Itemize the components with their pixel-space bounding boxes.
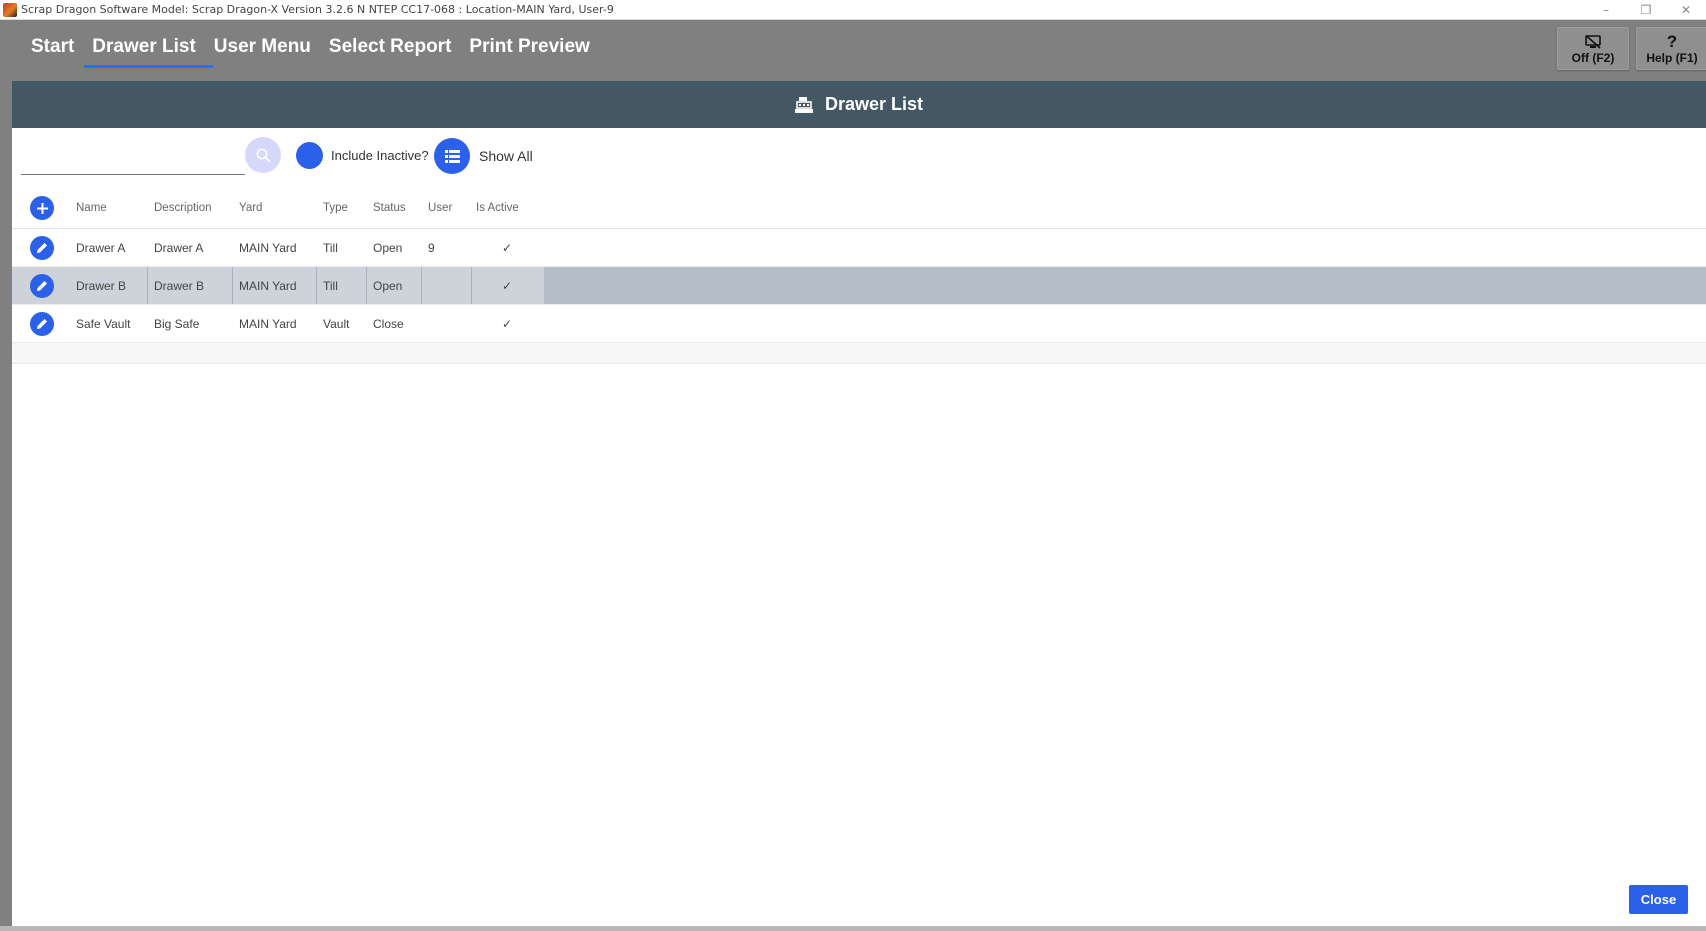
- search-input[interactable]: [21, 142, 245, 175]
- add-drawer-button[interactable]: [30, 196, 54, 220]
- panel-title: Drawer List: [824, 94, 924, 114]
- column-header-description[interactable]: Description: [148, 188, 233, 228]
- panel-header: Drawer List: [12, 81, 1706, 128]
- cell-type: Till: [323, 240, 338, 255]
- tab-drawer-list[interactable]: Drawer List: [83, 32, 214, 68]
- include-inactive-toggle[interactable]: [296, 142, 323, 169]
- edit-row-button[interactable]: [30, 235, 54, 260]
- restore-icon[interactable]: ❐: [1626, 0, 1666, 20]
- column-header-yard[interactable]: Yard: [233, 188, 317, 228]
- table-header: Name Description Yard Type Status User I…: [12, 188, 1706, 229]
- show-all-button[interactable]: [434, 138, 470, 174]
- show-all-label: Show All: [479, 148, 533, 164]
- cell-name: Drawer A: [76, 240, 126, 255]
- cell-name: Drawer B: [70, 267, 148, 304]
- window-titlebar: Scrap Dragon Software Model: Scrap Drago…: [0, 0, 1706, 20]
- plus-icon: [36, 202, 48, 214]
- cell-user: [422, 267, 472, 304]
- column-header-type[interactable]: Type: [317, 188, 367, 228]
- check-icon: ✓: [501, 316, 513, 331]
- cell-status: Open: [367, 267, 422, 304]
- column-header-is-active[interactable]: Is Active: [472, 188, 542, 228]
- table-row[interactable]: Drawer A Drawer A MAIN Yard Till Open 9 …: [12, 229, 1706, 267]
- display-off-icon: [1585, 33, 1601, 51]
- edit-row-button[interactable]: [30, 311, 54, 336]
- cell-yard: MAIN Yard: [233, 267, 317, 304]
- help-button[interactable]: ? Help (F1): [1636, 27, 1706, 70]
- window-controls: – ❐ ✕: [1586, 0, 1706, 20]
- table-footer: [12, 343, 1706, 364]
- cell-status: Close: [373, 316, 404, 331]
- edit-cell: [22, 267, 62, 304]
- tab-user-menu[interactable]: User Menu: [205, 32, 320, 66]
- column-header-status[interactable]: Status: [367, 188, 422, 228]
- cell-type: Vault: [323, 316, 350, 331]
- edit-cell: [22, 305, 62, 342]
- close-button[interactable]: Close: [1629, 885, 1688, 914]
- drawer-list-panel: Drawer List Include Inactive? Show All N…: [12, 81, 1706, 926]
- close-icon[interactable]: ✕: [1666, 0, 1706, 20]
- window-title: Scrap Dragon Software Model: Scrap Drago…: [21, 3, 614, 16]
- cell-type: Till: [317, 267, 367, 304]
- cell-description: Big Safe: [154, 316, 200, 331]
- tab-print-preview[interactable]: Print Preview: [460, 32, 598, 66]
- add-drawer-button-cell: [22, 188, 62, 228]
- table-row[interactable]: Safe Vault Big Safe MAIN Yard Vault Clos…: [12, 305, 1706, 343]
- list-toolbar: Include Inactive? Show All: [12, 128, 1706, 188]
- check-icon: ✓: [501, 240, 513, 255]
- nav-tabs: Start Drawer List User Menu Select Repor…: [22, 32, 599, 68]
- edit-row-button[interactable]: [30, 273, 54, 298]
- cell-status: Open: [373, 240, 403, 255]
- cash-register-icon: [794, 96, 813, 113]
- table-row-selected[interactable]: Drawer B Drawer B MAIN Yard Till Open ✓: [12, 267, 1706, 305]
- window-bottom-border: [0, 926, 1706, 931]
- search-button[interactable]: [245, 137, 281, 173]
- cell-user: [422, 305, 472, 342]
- minimize-icon[interactable]: –: [1586, 0, 1626, 20]
- include-inactive-label: Include Inactive?: [331, 148, 429, 163]
- cell-yard: MAIN Yard: [239, 240, 297, 255]
- off-button-label: Off (F2): [1571, 50, 1615, 65]
- dragon-app-icon: [3, 2, 17, 17]
- column-header-name[interactable]: Name: [70, 188, 148, 228]
- help-button-label: Help (F1): [1646, 50, 1698, 65]
- cell-description: Drawer A: [154, 240, 204, 255]
- check-icon: ✓: [501, 278, 513, 293]
- drawer-table: Name Description Yard Type Status User I…: [12, 188, 1706, 364]
- off-button[interactable]: Off (F2): [1557, 27, 1629, 70]
- column-header-user[interactable]: User: [422, 188, 472, 228]
- search-icon: [256, 148, 271, 163]
- tab-select-report[interactable]: Select Report: [320, 32, 460, 66]
- cell-user: 9: [428, 240, 435, 255]
- top-navbar: Start Drawer List User Menu Select Repor…: [0, 20, 1706, 81]
- pencil-icon: [37, 280, 47, 291]
- tab-start[interactable]: Start: [22, 32, 83, 66]
- question-icon: ?: [1666, 31, 1678, 51]
- pencil-icon: [37, 318, 47, 329]
- edit-cell: [22, 229, 62, 266]
- cell-yard: MAIN Yard: [239, 316, 297, 331]
- cell-name: Safe Vault: [76, 316, 131, 331]
- cell-description: Drawer B: [148, 267, 233, 304]
- pencil-icon: [37, 242, 47, 253]
- list-icon: [444, 149, 460, 163]
